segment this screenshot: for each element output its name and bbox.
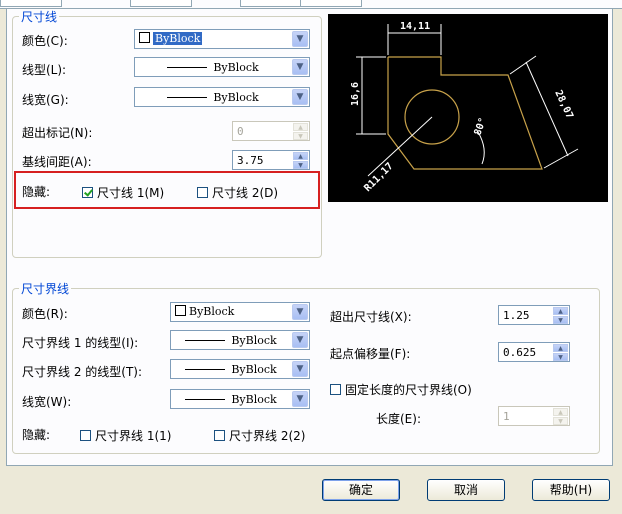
dim-linetype-value: ByBlock: [213, 60, 259, 74]
dim-color-label: 颜色(C):: [22, 34, 68, 48]
line-sample: [167, 96, 208, 98]
dimension-lines-title: 尺寸线: [21, 10, 58, 24]
suppress-ext-line-2-label: 尺寸界线 2(2): [229, 429, 306, 443]
line-sample: [185, 398, 226, 400]
radius-leader: [367, 116, 433, 177]
ext-linetype1-combo[interactable]: ByBlock ▼: [170, 330, 310, 350]
ext-suppress-label: 隐藏:: [22, 428, 51, 442]
tab-partial[interactable]: [0, 0, 62, 7]
length-label: 长度(E):: [376, 412, 421, 426]
suppress-dim-line-2-label: 尺寸线 2(D): [212, 186, 279, 200]
offset-origin-value: 0.625: [503, 346, 537, 359]
ext-linetype1-value: ByBlock: [231, 333, 277, 347]
color-swatch: [175, 305, 186, 316]
tab-partial[interactable]: [130, 0, 192, 7]
suppress-dim-line-1-label: 尺寸线 1(M): [97, 186, 165, 200]
baseline-spacing-spinner[interactable]: 3.75 ▲ ▼: [232, 150, 310, 170]
spin-up-icon[interactable]: ▲: [553, 307, 568, 315]
dim-text-angle: 80°: [472, 116, 489, 137]
suppress-ext-line-1-label: 尺寸界线 1(1): [95, 429, 172, 443]
fixed-length-checkbox[interactable]: 固定长度的尺寸界线(O): [330, 381, 472, 398]
dim-color-value: ByBlock: [153, 32, 203, 45]
extend-beyond-value: 1.25: [503, 309, 530, 322]
spin-down-icon[interactable]: ▼: [553, 316, 568, 324]
dimension-preview: 14,11 16,6 28,07 80° R11,17: [328, 14, 608, 202]
checkbox-icon[interactable]: [330, 384, 341, 395]
preview-drawing: 14,11 16,6 28,07 80° R11,17: [350, 21, 579, 194]
spin-down-icon[interactable]: ▼: [293, 132, 308, 140]
fixed-length-label: 固定长度的尺寸界线(O): [345, 383, 472, 397]
ext-linetype2-combo[interactable]: ByBlock ▼: [170, 359, 310, 379]
chevron-down-icon[interactable]: ▼: [292, 391, 308, 407]
dim-lineweight-label: 线宽(G):: [22, 93, 69, 107]
ext-linetype1-label: 尺寸界线 1 的线型(I):: [22, 336, 139, 350]
suppress-ext-line-2-checkbox[interactable]: 尺寸界线 2(2): [214, 427, 305, 444]
dim-text-left: 16,6: [350, 82, 361, 106]
dim-suppress-label: 隐藏:: [22, 185, 51, 199]
cancel-button[interactable]: 取消: [427, 479, 505, 501]
spin-down-icon[interactable]: ▼: [293, 161, 308, 169]
chevron-down-icon[interactable]: ▼: [292, 332, 308, 348]
baseline-spacing-label: 基线间距(A):: [22, 155, 92, 169]
chevron-down-icon[interactable]: ▼: [292, 89, 308, 105]
ext-linetype2-label: 尺寸界线 2 的线型(T):: [22, 365, 143, 379]
ok-button[interactable]: 确定: [322, 479, 400, 501]
offset-origin-label: 起点偏移量(F):: [330, 347, 411, 361]
ext-color-value: ByBlock: [189, 305, 235, 318]
checkbox-icon[interactable]: [214, 430, 225, 441]
help-button[interactable]: 帮助(H): [532, 479, 610, 501]
extend-ticks-label: 超出标记(N):: [22, 126, 93, 140]
suppress-dim-line-2-checkbox[interactable]: 尺寸线 2(D): [197, 184, 278, 201]
line-sample: [185, 339, 226, 341]
chevron-down-icon[interactable]: ▼: [292, 361, 308, 377]
suppress-dim-line-1-checkbox[interactable]: 尺寸线 1(M): [82, 184, 164, 201]
chevron-down-icon[interactable]: ▼: [292, 31, 308, 47]
spin-up-icon[interactable]: ▲: [553, 344, 568, 352]
extend-ticks-spinner[interactable]: 0 ▲ ▼: [232, 121, 310, 141]
spin-up-icon[interactable]: ▲: [293, 123, 308, 131]
checkbox-icon[interactable]: [197, 187, 208, 198]
suppress-ext-line-1-checkbox[interactable]: 尺寸界线 1(1): [80, 427, 171, 444]
chevron-down-icon[interactable]: ▼: [292, 59, 308, 75]
tab-partial[interactable]: [300, 0, 362, 7]
length-spinner[interactable]: 1 ▲ ▼: [498, 406, 570, 426]
line-sample: [185, 368, 226, 370]
preview-shape: [387, 56, 543, 170]
chevron-down-icon[interactable]: ▼: [292, 304, 308, 320]
checkbox-checked-icon[interactable]: [82, 187, 93, 198]
ext-lineweight-value: ByBlock: [231, 392, 277, 406]
ext-color-label: 颜色(R):: [22, 307, 68, 321]
dim-linetype-combo[interactable]: ByBlock ▼: [134, 57, 310, 77]
dim-linetype-label: 线型(L):: [22, 63, 67, 77]
extend-beyond-label: 超出尺寸线(X):: [330, 310, 412, 324]
dim-text-top: 14,11: [400, 21, 430, 32]
ext-lineweight-label: 线宽(W):: [22, 395, 72, 409]
baseline-spacing-value: 3.75: [237, 154, 264, 167]
ext-lineweight-combo[interactable]: ByBlock ▼: [170, 389, 310, 409]
spin-up-icon[interactable]: ▲: [293, 152, 308, 160]
dim-lineweight-combo[interactable]: ByBlock ▼: [134, 87, 310, 107]
spin-up-icon[interactable]: ▲: [553, 408, 568, 416]
spin-down-icon[interactable]: ▼: [553, 353, 568, 361]
dim-color-combo[interactable]: ByBlock ▼: [134, 29, 310, 49]
extend-ticks-value: 0: [237, 125, 244, 138]
offset-origin-spinner[interactable]: 0.625 ▲ ▼: [498, 342, 570, 362]
dim-text-right: 28,07: [552, 89, 575, 121]
dim-lineweight-value: ByBlock: [213, 90, 259, 104]
extend-beyond-spinner[interactable]: 1.25 ▲ ▼: [498, 305, 570, 325]
spin-down-icon[interactable]: ▼: [553, 417, 568, 425]
checkbox-icon[interactable]: [80, 430, 91, 441]
length-value: 1: [503, 410, 510, 423]
color-swatch: [139, 32, 150, 43]
extension-lines-title: 尺寸界线: [21, 282, 70, 296]
line-sample: [167, 66, 208, 68]
ext-line: [509, 55, 537, 75]
ext-linetype2-value: ByBlock: [231, 362, 277, 376]
tab-partial[interactable]: [240, 0, 302, 7]
ext-color-combo[interactable]: ByBlock ▼: [170, 302, 310, 322]
ext-line: [543, 148, 579, 169]
